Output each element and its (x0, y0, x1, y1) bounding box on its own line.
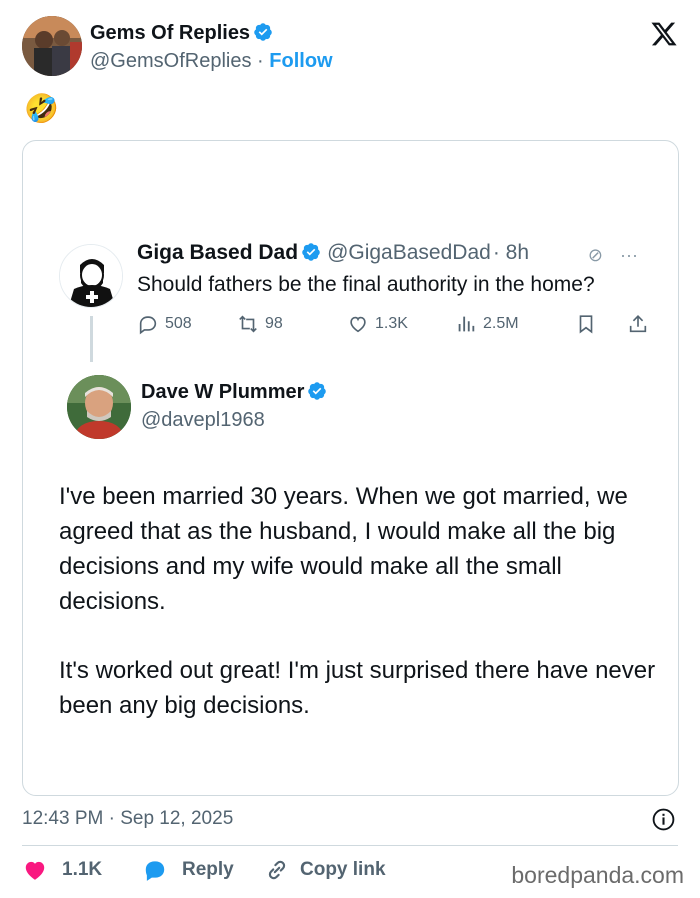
reposts-count: 98 (265, 315, 283, 332)
author-avatar[interactable] (22, 16, 82, 76)
more-options-icon[interactable]: ··· (620, 245, 638, 265)
grok-icon[interactable]: ⊘ (588, 245, 603, 265)
reply-label: Reply (182, 859, 234, 880)
replies-count: 508 (165, 315, 192, 332)
share-icon (629, 315, 647, 333)
footer-divider (22, 845, 678, 846)
reply-author-row: Dave W Plummer (141, 381, 327, 404)
like-button[interactable]: 1.1K (22, 857, 102, 883)
repost-icon (239, 315, 257, 333)
follow-button[interactable]: Follow (269, 50, 332, 72)
quoted-author-handle[interactable]: @GigaBasedDad (327, 241, 491, 264)
reply-author-name[interactable]: Dave W Plummer (141, 381, 304, 403)
replies-metric[interactable]: 508 (137, 313, 192, 335)
copy-link-button[interactable]: Copy link (264, 857, 386, 883)
thread-connector (90, 316, 93, 362)
media-card[interactable]: Giga Based Dad @GigaBasedDad· 8h ⊘ ··· Sh… (22, 140, 679, 796)
reply-verified-badge-icon (308, 382, 327, 400)
author-name[interactable]: Gems Of Replies (90, 22, 273, 45)
link-icon (268, 860, 286, 880)
reply-author-avatar (67, 375, 131, 439)
verified-badge-icon (254, 23, 272, 41)
bookmark-icon (579, 315, 593, 334)
quoted-author-avatar (59, 244, 123, 308)
reply-bubble-icon (139, 316, 157, 335)
reply-button[interactable]: Reply (142, 857, 234, 883)
info-icon[interactable] (651, 807, 676, 832)
copy-link-label: Copy link (300, 859, 386, 880)
x-logo-icon[interactable] (650, 20, 678, 48)
views-count: 2.5M (483, 315, 519, 332)
likes-count: 1.3K (375, 315, 408, 332)
like-count: 1.1K (62, 859, 103, 880)
heart-outline-icon (350, 316, 366, 333)
quoted-author-row: Giga Based Dad @GigaBasedDad· 8h (137, 241, 529, 265)
handle-separator: · (257, 50, 264, 72)
quoted-tweet-age: · 8h (492, 241, 529, 264)
bookmark-metric[interactable] (575, 313, 597, 335)
author-name-text: Gems Of Replies (90, 22, 251, 44)
reply-filled-icon (145, 861, 165, 881)
likes-metric[interactable]: 1.3K (347, 313, 408, 335)
quoted-author-name[interactable]: Giga Based Dad (137, 241, 298, 264)
views-bar-chart-icon (458, 316, 475, 332)
quoted-tweet-text: Should fathers be the final authority in… (137, 273, 595, 296)
reply-author-handle[interactable]: @davepl1968 (141, 409, 265, 432)
reply-tweet-body: I've been married 30 years. When we got … (59, 479, 659, 723)
author-handle[interactable]: @GemsOfReplies (90, 50, 251, 72)
quoted-verified-badge-icon (302, 243, 320, 261)
author-handle-row: @GemsOfReplies · Follow (90, 50, 333, 73)
reposts-metric[interactable]: 98 (237, 313, 283, 335)
share-metric[interactable] (627, 313, 649, 335)
watermark: boredpanda.com (511, 862, 684, 888)
reply-paragraph: I've been married 30 years. When we got … (59, 483, 628, 615)
reply-paragraph: It's worked out great! I'm just surprise… (59, 657, 656, 719)
tweet-timestamp[interactable]: 12:43 PM · Sep 12, 2025 (22, 808, 233, 830)
quoted-tweet-tools: ⊘ ··· (588, 245, 638, 266)
views-metric[interactable]: 2.5M (455, 313, 519, 335)
heart-filled-icon (25, 861, 45, 880)
tweet-header: Gems Of Replies @GemsOfReplies · Follow (22, 16, 682, 80)
quoted-tweet-metrics: 508 98 1.3K 2.5M (137, 313, 647, 339)
tweet-emoji: 🤣 (24, 93, 59, 124)
